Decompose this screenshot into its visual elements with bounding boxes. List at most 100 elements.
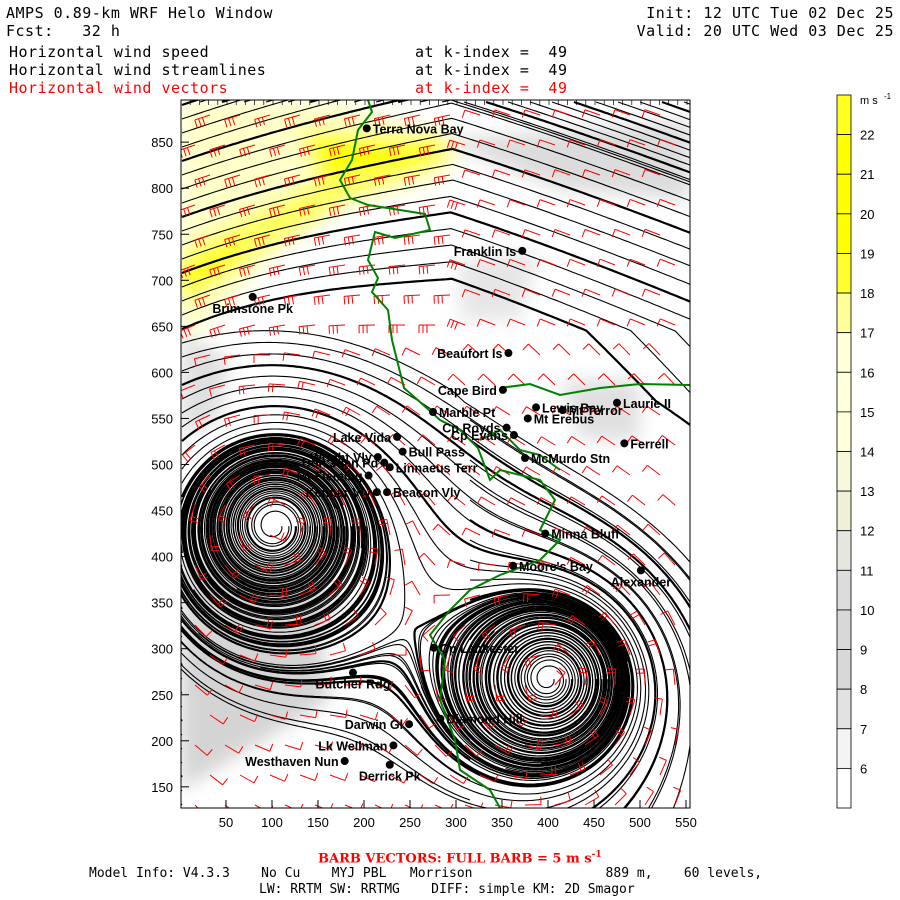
- station-label: Bull Pass: [409, 446, 465, 460]
- y-tick-label: 800: [151, 181, 173, 196]
- colorbar: 22 21 20 19 18 17 16 15 14 13 12 11 10 9 8 7 6 m s -1: [836, 92, 892, 809]
- y-tick-label: 550: [151, 411, 173, 426]
- colorbar-label: 15: [860, 405, 874, 420]
- colorbar-label: 19: [860, 246, 874, 261]
- wind-barb-flag: [522, 593, 525, 602]
- station-label: Mt Fleming: [297, 470, 363, 484]
- x-tick-label: 100: [261, 815, 283, 830]
- wind-barb-flag: [421, 669, 430, 672]
- station-label: Lake Vida: [333, 431, 392, 445]
- colorbar-label: 22: [860, 128, 874, 143]
- wind-barb-flag: [253, 476, 256, 485]
- station: Diamond Hill: [436, 713, 523, 727]
- wind-barb-flag: [271, 384, 274, 393]
- colorbar-box: [836, 134, 852, 175]
- colorbar-label: 14: [860, 445, 874, 460]
- station-dot: [620, 439, 629, 448]
- station-label: Lk Wellman: [318, 739, 387, 753]
- station-dot: [385, 760, 394, 769]
- station-dot: [509, 431, 518, 440]
- wind-barb-flag: [314, 645, 317, 654]
- station: Beacon Vly: [383, 486, 460, 500]
- colorbar-box: [836, 371, 852, 413]
- wind-barb: [614, 668, 617, 686]
- colorbar-box: [836, 253, 852, 294]
- station-dot: [385, 463, 394, 472]
- station: McMurdo Stn: [521, 452, 610, 466]
- station-dot: [521, 454, 529, 463]
- colorbar-box: [836, 569, 852, 611]
- station: Lk Wellman: [318, 739, 398, 753]
- x-tick-label: 500: [629, 815, 651, 830]
- colorbar-label: 12: [860, 524, 874, 539]
- y-tick-label: 600: [151, 365, 173, 380]
- station-label: Brimstone Pk: [212, 302, 293, 316]
- station: Cp Lankester: [429, 642, 519, 656]
- colorbar-label: 8: [860, 682, 867, 697]
- station: Linnaeus Terr: [385, 461, 478, 475]
- x-tick-label: 250: [399, 815, 421, 830]
- station-label: Cp Lankester: [440, 642, 519, 656]
- wind-barb-flag: [267, 383, 270, 392]
- y-tick-label: 700: [151, 273, 173, 288]
- y-tick-label: 650: [151, 319, 173, 334]
- colorbar-box: [836, 94, 852, 136]
- station-label: McMurdo Stn: [531, 452, 610, 466]
- colorbar-box: [836, 411, 852, 452]
- station-label: Don Juan Pd: [302, 457, 378, 471]
- colorbar-label: 10: [860, 603, 874, 618]
- station-dot: [436, 714, 445, 723]
- y-tick-label: 850: [151, 135, 173, 150]
- barb-legend-text: BARB VECTORS: FULL BARB = 5 m s: [318, 851, 592, 867]
- station: Beaufort Is: [437, 347, 513, 361]
- station-dot: [523, 414, 532, 423]
- wind-barb-flag: [211, 549, 220, 552]
- colorbar-label: 13: [860, 484, 874, 499]
- model-info-line-1: Model Info: V4.3.3 No Cu MYJ PBL Morriso…: [89, 866, 763, 881]
- x-tick-label: 400: [537, 815, 559, 830]
- station: Marble Pt: [429, 406, 496, 420]
- station-label: Darwin Gl: [345, 718, 403, 732]
- wind-map: Terra Nova Bay Franklin Is Brimstone Pk Bea…: [151, 92, 892, 830]
- station-label: Minna Bluff: [551, 528, 620, 542]
- station: Cape Bird: [438, 384, 507, 398]
- colorbar-label: 18: [860, 286, 874, 301]
- x-tick-label: 150: [307, 815, 329, 830]
- station-dot: [498, 385, 507, 394]
- colorbar-box: [836, 292, 852, 334]
- y-tick-label: 450: [151, 504, 173, 519]
- station: Minna Bluff: [541, 528, 620, 542]
- station-dot: [518, 246, 527, 255]
- colorbar-label: 9: [860, 643, 867, 658]
- model-info-line-2: LW: RRTM SW: RRTMG DIFF: simple KM: 2D S…: [259, 882, 635, 897]
- station-label: Terra Nova Bay: [373, 122, 464, 136]
- wind-barb-flag: [211, 545, 220, 548]
- station-label: Westhaven Nun: [245, 755, 339, 769]
- station-dot: [429, 408, 437, 417]
- station-label: Mt Erebus: [534, 412, 594, 426]
- y-tick-label: 400: [151, 550, 173, 565]
- colorbar-label: 6: [860, 761, 867, 776]
- colorbar-unit: m s: [860, 95, 878, 107]
- barb-legend-exp: -1: [591, 850, 602, 860]
- station-dot: [532, 403, 541, 412]
- station: Bull Pass: [398, 446, 465, 460]
- colorbar-label: 7: [860, 722, 867, 737]
- station-label: Beaufort Is: [437, 347, 502, 361]
- station: Terra Nova Bay: [362, 122, 464, 136]
- station: Mt Erebus: [523, 412, 594, 426]
- station-label: Butcher Rdg: [315, 678, 390, 692]
- colorbar-box: [836, 213, 852, 254]
- station-label: Kennar Vly: [306, 486, 371, 500]
- station-dot: [340, 757, 349, 766]
- colorbar-box: [836, 609, 852, 650]
- y-tick-label: 350: [151, 596, 173, 611]
- station: Westhaven Nun: [245, 755, 349, 769]
- wind-barb-flag: [257, 475, 260, 484]
- station-label: Alexander: [611, 575, 672, 589]
- barb-legend: BARB VECTORS: FULL BARB = 5 m s-1: [318, 850, 602, 866]
- x-tick-label: 350: [491, 815, 513, 830]
- station-dot: [393, 432, 402, 441]
- x-tick-label: 300: [445, 815, 467, 830]
- colorbar-box: [836, 530, 852, 571]
